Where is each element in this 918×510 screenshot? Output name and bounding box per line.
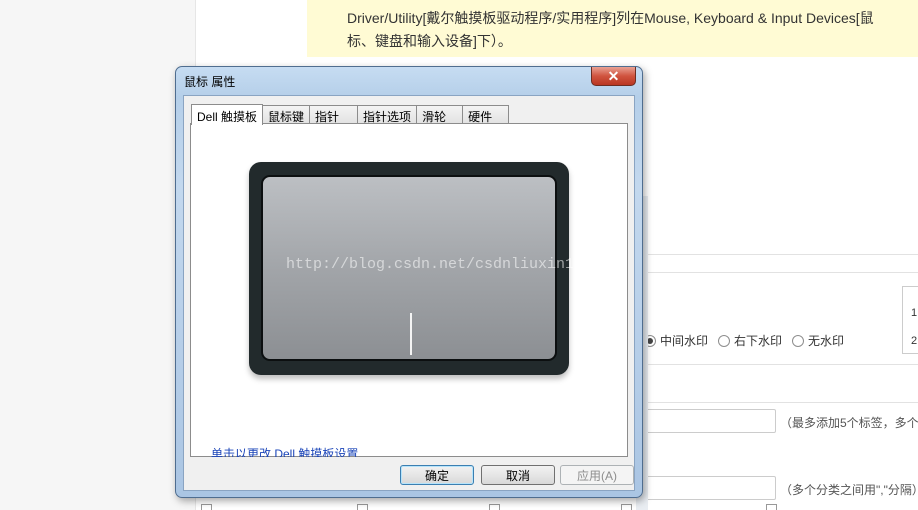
divider (644, 254, 918, 255)
close-icon: ✕ (607, 67, 620, 84)
image-watermark: http://blog.csdn.net/csdnliuxin123524 (286, 256, 620, 273)
divider (644, 364, 918, 365)
mouse-properties-dialog: 鼠标 属性 ✕ Dell 触摸板 鼠标键 指针 指针选项 滑轮 硬件 http:… (175, 66, 643, 498)
watermark-center-label: 中间水印 (660, 334, 709, 348)
ok-button[interactable]: 确定 (400, 465, 474, 485)
watermark-bottom-right-label: 右下水印 (734, 334, 783, 348)
divider (644, 272, 918, 273)
tab-wheel[interactable]: 滑轮 (416, 105, 464, 124)
apply-button[interactable]: 应用(A) (560, 465, 634, 485)
tab-pointer-options[interactable]: 指针选项 (357, 105, 418, 124)
touchpad-tab-panel: http://blog.csdn.net/csdnliuxin123524 单击… (190, 123, 628, 457)
watermark-bottom-right-radio[interactable] (718, 334, 731, 347)
tags-input[interactable] (636, 409, 776, 433)
close-button[interactable]: ✕ (591, 67, 636, 86)
notice-line-1: Driver/Utility[戴尔触摸板驱动程序/实用程序]列在Mouse, K… (347, 10, 874, 26)
category-input[interactable] (636, 476, 776, 500)
watermark-option-group: 中间水印 右下水印 无水印 (644, 332, 854, 349)
side-number: 1 (911, 307, 918, 319)
category-checkbox[interactable] (357, 504, 368, 510)
tab-strip: Dell 触摸板 鼠标键 指针 指针选项 滑轮 硬件 (191, 104, 510, 125)
divider (644, 402, 918, 403)
tab-dell-touchpad[interactable]: Dell 触摸板 (191, 104, 264, 125)
tab-mouse-buttons[interactable]: 鼠标键 (262, 105, 311, 124)
tags-hint: （最多添加5个标签，多个 (780, 416, 918, 430)
touchpad-settings-link[interactable]: 单击以更改 Dell 触摸板设置 (211, 445, 358, 457)
watermark-none-radio[interactable] (792, 334, 805, 347)
touchpad-scroll-line (410, 313, 412, 355)
category-checkbox[interactable] (489, 504, 500, 510)
notice-box: Driver/Utility[戴尔触摸板驱动程序/实用程序]列在Mouse, K… (307, 0, 918, 57)
watermark-none-label: 无水印 (808, 334, 845, 348)
category-checkbox[interactable] (201, 504, 212, 510)
category-hint: （多个分类之间用","分隔） (780, 483, 918, 497)
notice-line-2: 标、键盘和输入设备]下）。 (347, 33, 512, 49)
tab-pointers[interactable]: 指针 (309, 105, 359, 124)
category-checkbox[interactable] (621, 504, 632, 510)
page-left-column (0, 0, 196, 510)
category-checkbox[interactable] (766, 504, 777, 510)
dialog-title: 鼠标 属性 (184, 75, 236, 89)
tab-hardware[interactable]: 硬件 (462, 105, 510, 124)
side-number: 2 (911, 335, 918, 347)
side-number-box: 1 2 (902, 286, 918, 354)
dialog-client-area: Dell 触摸板 鼠标键 指针 指针选项 滑轮 硬件 http://blog.c… (183, 95, 635, 491)
cancel-button[interactable]: 取消 (481, 465, 555, 485)
